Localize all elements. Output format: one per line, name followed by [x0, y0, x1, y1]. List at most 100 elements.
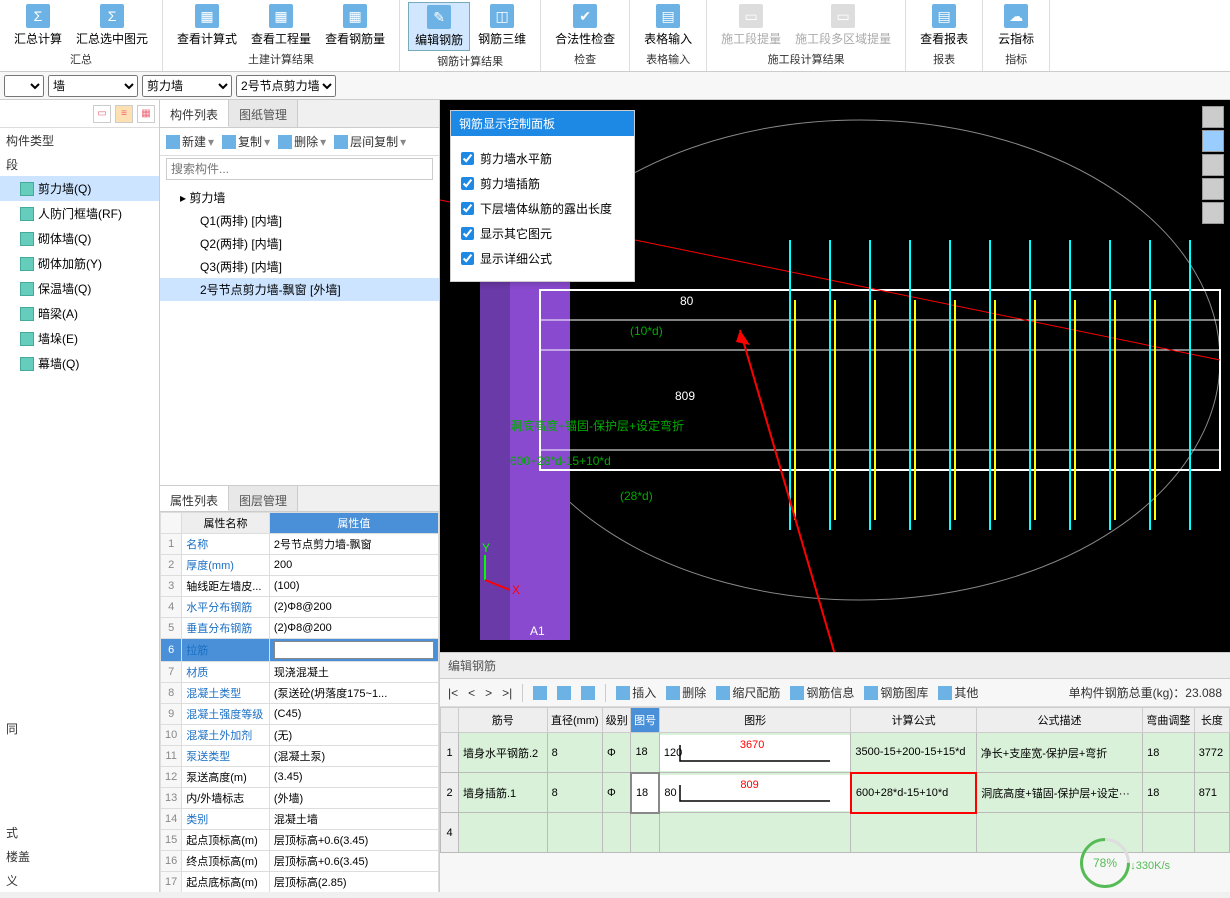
- check-显示其它图元[interactable]: 显示其它图元: [461, 221, 624, 246]
- rebar-no[interactable]: 18: [631, 773, 659, 813]
- left-item[interactable]: 砌体墙(Q): [0, 226, 159, 251]
- left-item[interactable]: 剪力墙(Q): [0, 176, 159, 201]
- rebar-formula[interactable]: 3500-15+200-15+15*d: [851, 733, 976, 773]
- check-下层墙体纵筋的露出长度[interactable]: 下层墙体纵筋的露出长度: [461, 196, 624, 221]
- view-btn-3[interactable]: [1202, 154, 1224, 176]
- left-tb-1[interactable]: ▭: [93, 105, 111, 123]
- rebar-len[interactable]: 3772: [1194, 733, 1229, 773]
- left-item[interactable]: 暗梁(A): [0, 301, 159, 326]
- ribbon-施工段提量[interactable]: ▭施工段提量: [715, 2, 787, 49]
- nav-btn[interactable]: <: [468, 686, 475, 700]
- ribbon-云指标[interactable]: ☁云指标: [991, 2, 1041, 49]
- btn-缩尺配筋[interactable]: 缩尺配筋: [716, 684, 780, 701]
- prop-value[interactable]: (外墙): [269, 788, 438, 809]
- ribbon-查看工程量[interactable]: ▦查看工程量: [245, 2, 317, 49]
- rebar-formula[interactable]: 600+28*d-15+10*d: [851, 773, 976, 813]
- prop-tab[interactable]: 图层管理: [229, 486, 298, 511]
- prop-value[interactable]: 层顶标高(2.85): [269, 872, 438, 893]
- btn-其他[interactable]: 其他: [938, 684, 978, 701]
- rebar-shape[interactable]: 1203670: [659, 733, 851, 773]
- btn-层间复制[interactable]: 层间复制▾: [334, 133, 406, 150]
- view-btn-5[interactable]: [1202, 202, 1224, 224]
- prop-value[interactable]: (3.45): [269, 767, 438, 788]
- dropdown-component[interactable]: 2号节点剪力墙-: [236, 75, 336, 97]
- dropdown-blank-1[interactable]: [4, 75, 44, 97]
- prop-value[interactable]: 现浇混凝土: [269, 662, 438, 683]
- left-tb-2[interactable]: ≡: [115, 105, 133, 123]
- rebar-name[interactable]: 墙身插筋.1: [459, 773, 548, 813]
- rebar-dia[interactable]: 8: [547, 773, 602, 813]
- rebar-len[interactable]: 871: [1194, 773, 1229, 813]
- rebar-adj[interactable]: 18: [1143, 773, 1195, 813]
- view-btn-1[interactable]: [1202, 106, 1224, 128]
- check-剪力墙插筋[interactable]: 剪力墙插筋: [461, 171, 624, 196]
- left-item[interactable]: 幕墙(Q): [0, 351, 159, 376]
- ribbon-施工段多区域提量[interactable]: ▭施工段多区域提量: [789, 2, 897, 49]
- nav-btn[interactable]: >|: [502, 686, 512, 700]
- left-item[interactable]: 墙垛(E): [0, 326, 159, 351]
- tree-root[interactable]: ▸ 剪力墙: [160, 186, 439, 209]
- prop-value[interactable]: 200: [269, 555, 438, 576]
- prop-value[interactable]: 层顶标高+0.6(3.45): [269, 830, 438, 851]
- btn-钢筋图库[interactable]: 钢筋图库: [864, 684, 928, 701]
- prop-value[interactable]: 层顶标高+0.6(3.45): [269, 851, 438, 872]
- rebar-shape[interactable]: 80809: [659, 773, 851, 813]
- view-btn-2[interactable]: [1202, 130, 1224, 152]
- ribbon-汇总计算[interactable]: Σ汇总计算: [8, 2, 68, 49]
- rebar-grade[interactable]: Φ: [603, 773, 631, 813]
- ribbon-查看计算式[interactable]: ▦查看计算式: [171, 2, 243, 49]
- dropdown-shearwall[interactable]: 剪力墙: [142, 75, 232, 97]
- left-item[interactable]: 人防门框墙(RF): [0, 201, 159, 226]
- prop-value[interactable]: (无): [269, 725, 438, 746]
- prop-tab[interactable]: 属性列表: [160, 486, 229, 511]
- btn-删除[interactable]: 删除: [666, 684, 706, 701]
- btn-删除[interactable]: 删除▾: [278, 133, 326, 150]
- prop-value[interactable]: (2)Φ8@200: [269, 618, 438, 639]
- prop-value-input[interactable]: [274, 641, 434, 659]
- btn-新建[interactable]: 新建▾: [166, 133, 214, 150]
- btn-复制[interactable]: 复制▾: [222, 133, 270, 150]
- prop-value[interactable]: 混凝土墙: [269, 809, 438, 830]
- btn-钢筋信息[interactable]: 钢筋信息: [790, 684, 854, 701]
- tool-btn[interactable]: [557, 686, 571, 700]
- search-input[interactable]: [166, 158, 433, 180]
- ribbon-查看钢筋量[interactable]: ▦查看钢筋量: [319, 2, 391, 49]
- tree-item[interactable]: 2号节点剪力墙-飘窗 [外墙]: [160, 278, 439, 301]
- tree-item[interactable]: Q1(两排) [内墙]: [160, 209, 439, 232]
- tab-图纸管理[interactable]: 图纸管理: [229, 100, 298, 127]
- rebar-dia[interactable]: 8: [547, 733, 602, 773]
- rebar-desc[interactable]: 洞底高度+锚固-保护层+设定···: [976, 773, 1142, 813]
- tab-构件列表[interactable]: 构件列表: [160, 100, 229, 127]
- tree-item[interactable]: Q3(两排) [内墙]: [160, 255, 439, 278]
- check-显示详细公式[interactable]: 显示详细公式: [461, 246, 624, 271]
- btn-插入[interactable]: 插入: [616, 684, 656, 701]
- view-btn-4[interactable]: [1202, 178, 1224, 200]
- prop-value[interactable]: (泵送砼(坍落度175~1...: [269, 683, 438, 704]
- rebar-grade[interactable]: Φ: [603, 733, 631, 773]
- ribbon-表格输入[interactable]: ▤表格输入: [638, 2, 698, 49]
- prop-value[interactable]: (2)Φ8@200: [269, 597, 438, 618]
- ribbon-钢筋三维[interactable]: ◫钢筋三维: [472, 2, 532, 51]
- rebar-no[interactable]: 18: [631, 733, 659, 773]
- left-item[interactable]: 砌体加筋(Y): [0, 251, 159, 276]
- dropdown-wall[interactable]: 墙: [48, 75, 138, 97]
- ribbon-合法性检查[interactable]: ✔合法性检查: [549, 2, 621, 49]
- check-剪力墙水平筋[interactable]: 剪力墙水平筋: [461, 146, 624, 171]
- tool-btn[interactable]: [581, 686, 595, 700]
- rebar-name[interactable]: 墙身水平钢筋.2: [459, 733, 548, 773]
- prop-value[interactable]: (C45): [269, 704, 438, 725]
- tool-btn[interactable]: [533, 686, 547, 700]
- nav-btn[interactable]: >: [485, 686, 492, 700]
- viewport-3d[interactable]: 80 (10*d) 809 洞底高度+锚固-保护层+设定弯折 600+28*d-…: [440, 100, 1230, 652]
- ribbon-汇总选中图元[interactable]: Σ汇总选中图元: [70, 2, 154, 49]
- left-item[interactable]: 保温墙(Q): [0, 276, 159, 301]
- ribbon-编辑钢筋[interactable]: ✎编辑钢筋: [408, 2, 470, 51]
- rebar-adj[interactable]: 18: [1143, 733, 1195, 773]
- tree-item[interactable]: Q2(两排) [内墙]: [160, 232, 439, 255]
- prop-value[interactable]: (混凝土泵): [269, 746, 438, 767]
- rebar-desc[interactable]: 净长+支座宽-保护层+弯折: [976, 733, 1142, 773]
- prop-value[interactable]: [269, 639, 438, 662]
- prop-value[interactable]: (100): [269, 576, 438, 597]
- left-tb-3[interactable]: ▦: [137, 105, 155, 123]
- nav-btn[interactable]: |<: [448, 686, 458, 700]
